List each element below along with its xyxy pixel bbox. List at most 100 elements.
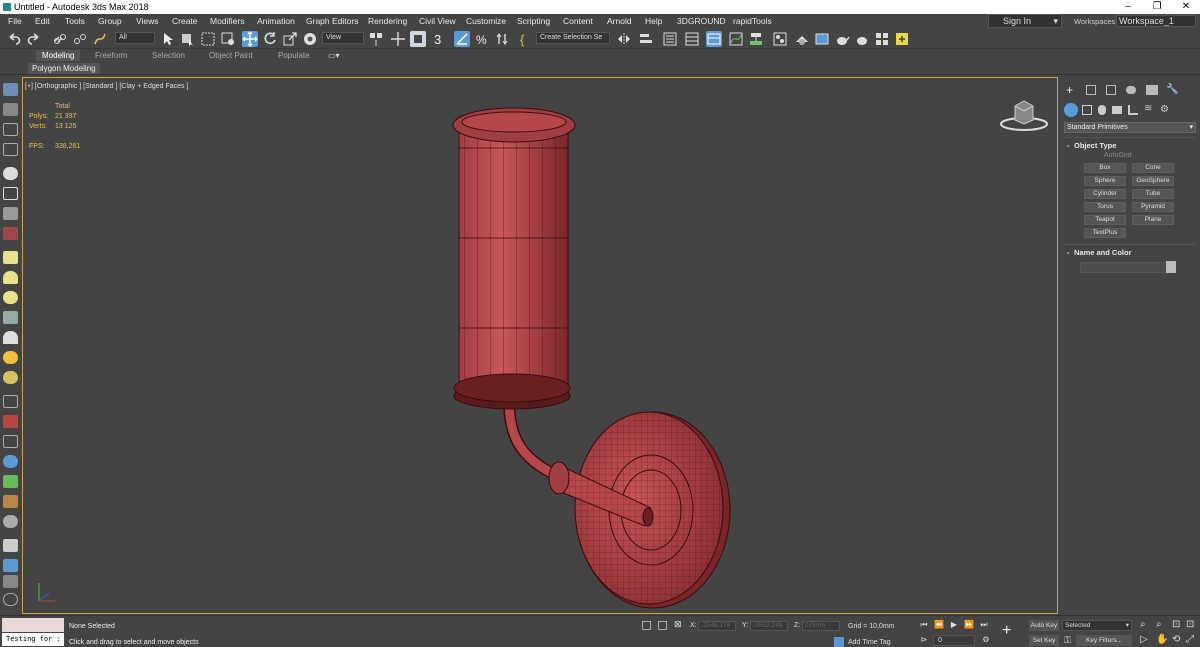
create-tab-icon[interactable]: + [1066, 83, 1073, 97]
zoom-icon[interactable]: ⌕ [1140, 619, 1146, 630]
primitive-category-dropdown[interactable]: Standard Primitives ▾ [1064, 122, 1196, 133]
menu-rendering[interactable]: Rendering [368, 16, 407, 26]
menu-help[interactable]: Help [645, 16, 662, 26]
absolute-mode-icon[interactable]: ⊠ [674, 619, 682, 630]
hierarchy-tab-icon[interactable] [1106, 85, 1116, 95]
display-tab-icon[interactable] [1146, 85, 1158, 95]
plant-icon[interactable] [3, 475, 18, 488]
layer-explorer-button[interactable] [684, 31, 700, 47]
render-in-cloud-button[interactable] [854, 31, 870, 47]
key-mode-icon[interactable]: ⊳ [918, 635, 930, 646]
sign-in-button[interactable]: Sign In ▾ [988, 14, 1062, 28]
orbit-icon[interactable]: ⟲ [1172, 634, 1180, 645]
tab-modeling[interactable]: Modeling [36, 50, 81, 61]
render-setup-button[interactable] [794, 31, 810, 47]
keyboard-shortcut-toggle[interactable] [410, 31, 426, 47]
modify-tab-icon[interactable] [1086, 85, 1096, 95]
light-icon[interactable] [3, 167, 18, 180]
space-warps-icon[interactable]: ≋ [1144, 103, 1152, 114]
object-icon[interactable] [3, 103, 18, 116]
menu-tools[interactable]: Tools [65, 16, 85, 26]
plugin-button[interactable] [894, 31, 910, 47]
maxscript-mini-listener[interactable]: Testing for : [2, 633, 64, 646]
scene-explorer-button[interactable] [662, 31, 678, 47]
angle-snap-toggle[interactable] [454, 31, 470, 47]
spinner-snap-toggle[interactable] [494, 31, 510, 47]
bind-space-warp-button[interactable] [92, 31, 108, 47]
time-config-icon[interactable]: ⚙ [980, 635, 992, 646]
named-selection-dropdown[interactable]: Create Selection Se [536, 32, 610, 44]
document-icon[interactable] [3, 539, 18, 552]
sphere-button[interactable]: Sphere [1084, 176, 1126, 186]
reference-coordinate-dropdown[interactable]: View [322, 32, 364, 44]
globe-icon[interactable] [3, 455, 18, 468]
selection-filter-dropdown[interactable]: All [115, 32, 155, 44]
autogrid-checkbox[interactable]: AutoGrid [1104, 152, 1132, 159]
maxscript-listener-top[interactable] [2, 618, 64, 632]
bone-icon[interactable] [3, 435, 18, 448]
camera-icon[interactable] [3, 187, 18, 200]
key-icon[interactable]: ⚿ [1064, 635, 1071, 646]
help-icon[interactable] [3, 593, 18, 606]
go-to-end-icon[interactable]: ⏭ [978, 620, 990, 631]
workspace-dropdown[interactable]: Workspace_1 [1116, 15, 1196, 27]
geosphere-button[interactable]: GeoSphere [1132, 176, 1174, 186]
schematic-view-button[interactable] [748, 31, 764, 47]
textplus-button[interactable]: TextPlus [1084, 228, 1126, 238]
menu-create[interactable]: Create [172, 16, 198, 26]
select-by-name-button[interactable] [180, 31, 196, 47]
motion-tab-icon[interactable] [1126, 86, 1136, 94]
tube-button[interactable]: Tube [1132, 189, 1174, 199]
object-color-swatch[interactable] [1166, 261, 1176, 273]
name-and-color-header[interactable]: Name and Color [1064, 245, 1196, 257]
pyramid-button[interactable]: Pyramid [1132, 202, 1174, 212]
select-and-move-button[interactable] [242, 31, 258, 47]
polygon-modeling-panel[interactable]: Polygon Modeling [28, 63, 100, 74]
target-icon[interactable] [3, 371, 18, 384]
menu-customize[interactable]: Customize [466, 16, 506, 26]
menu-graph-editors[interactable]: Graph Editors [306, 16, 358, 26]
cone-icon[interactable] [3, 331, 18, 344]
ball-icon[interactable] [3, 515, 18, 528]
layer-icon[interactable] [3, 123, 18, 136]
plane-button[interactable]: Plane [1132, 215, 1174, 225]
dome-icon[interactable] [3, 271, 18, 284]
cameras-icon[interactable] [1112, 106, 1122, 114]
viewport-label[interactable]: [+] [Orthographic ] [Standard ] [Clay + … [25, 83, 188, 90]
zoom-all-icon[interactable]: ⌕ [1156, 619, 1162, 630]
systems-icon[interactable]: ⚙ [1160, 104, 1169, 115]
grid-icon[interactable] [3, 311, 18, 324]
menu-scripting[interactable]: Scripting [517, 16, 550, 26]
set-key-plus-icon[interactable]: + [1002, 622, 1011, 640]
percent-snap-toggle[interactable]: % [474, 31, 490, 47]
a360-gallery-button[interactable] [874, 31, 890, 47]
unlink-button[interactable] [72, 31, 88, 47]
menu-animation[interactable]: Animation [257, 16, 295, 26]
previous-frame-icon[interactable]: ⏪ [933, 620, 945, 631]
curve-editor-button[interactable] [728, 31, 744, 47]
file-icon[interactable] [3, 575, 18, 588]
x-coordinate-field[interactable]: -2546,179 [698, 621, 736, 631]
object-type-header[interactable]: Object Type [1064, 138, 1196, 150]
material-editor-button[interactable] [772, 31, 788, 47]
select-and-rotate-button[interactable] [262, 31, 278, 47]
helper-icon[interactable] [3, 207, 18, 220]
tab-selection[interactable]: Selection [152, 51, 185, 60]
tab-object-paint[interactable]: Object Paint [209, 51, 253, 60]
z-coordinate-field[interactable]: 0,0mm [802, 621, 840, 631]
play-icon[interactable]: ▶ [948, 620, 960, 631]
torus-button[interactable]: Torus [1084, 202, 1126, 212]
set-key-button[interactable]: Set Key [1029, 635, 1059, 646]
window-crossing-button[interactable] [220, 31, 236, 47]
undo-button[interactable] [6, 31, 22, 47]
render-production-button[interactable] [834, 31, 850, 47]
object-name-input[interactable] [1080, 262, 1168, 273]
key-filters-button[interactable]: Key Filters... [1076, 635, 1132, 646]
menu-file[interactable]: File [8, 16, 22, 26]
edit-named-selection-button[interactable]: { [517, 31, 533, 47]
sphere-icon[interactable] [3, 291, 18, 304]
menu-group[interactable]: Group [98, 16, 122, 26]
container-icon[interactable] [3, 83, 18, 96]
hatch-icon[interactable] [3, 395, 18, 408]
geometry-icon[interactable] [1064, 103, 1078, 117]
